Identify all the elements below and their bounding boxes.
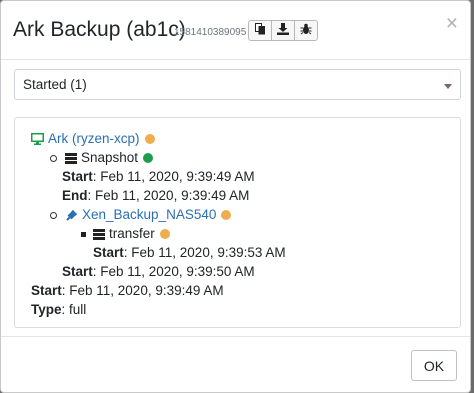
task-name: transfer bbox=[109, 226, 155, 241]
close-button[interactable]: × bbox=[446, 13, 458, 34]
tree-node-snapshot: Snapshot bbox=[50, 149, 154, 167]
task-name: Snapshot bbox=[81, 150, 139, 165]
download-icon bbox=[277, 22, 289, 40]
transfer-start: Start: Feb 11, 2020, 9:39:53 AM bbox=[93, 244, 286, 262]
snapshot-start: Start: Feb 11, 2020, 9:39:49 AM bbox=[62, 168, 255, 186]
dialog-header: Ark Backup (ab1c) 1581410389095 × bbox=[1, 1, 470, 60]
status-filter-select[interactable]: Started (1) bbox=[14, 69, 461, 100]
status-dot-success bbox=[143, 153, 154, 163]
chevron-down-icon bbox=[444, 84, 452, 89]
bullet bbox=[50, 154, 57, 162]
log-timestamp: 1581410389095 bbox=[174, 27, 247, 38]
remote-start: Start: Feb 11, 2020, 9:39:50 AM bbox=[62, 263, 255, 281]
tree-node-remote: Xen_Backup_NAS540 bbox=[50, 206, 232, 224]
field-label: Type bbox=[31, 302, 62, 317]
field-label: Start bbox=[93, 245, 124, 260]
copy-icon bbox=[254, 22, 266, 40]
field-label: Start bbox=[62, 264, 93, 279]
remote-link[interactable]: Xen_Backup_NAS540 bbox=[82, 206, 216, 224]
tree-node-root: Ark (ryzen-xcp) bbox=[31, 130, 155, 148]
status-dot-pending bbox=[159, 229, 170, 239]
job-start: Start: Feb 11, 2020, 9:39:49 AM bbox=[31, 282, 224, 300]
dialog-footer: OK bbox=[1, 336, 470, 392]
bullet bbox=[81, 231, 86, 237]
tree-node-transfer: transfer bbox=[81, 225, 170, 243]
status-dot-pending bbox=[221, 210, 232, 220]
monitor-icon bbox=[31, 133, 44, 145]
bug-icon bbox=[300, 22, 312, 40]
field-value: : Feb 11, 2020, 9:39:49 AM bbox=[92, 169, 255, 184]
field-label: Start bbox=[31, 283, 62, 298]
server-icon bbox=[65, 152, 77, 164]
log-toolbar bbox=[248, 20, 318, 41]
vm-link[interactable]: Ark (ryzen-xcp) bbox=[48, 130, 140, 148]
snapshot-end: End: Feb 11, 2020, 9:39:49 AM bbox=[62, 187, 249, 205]
field-label: Start bbox=[62, 169, 93, 184]
status-filter-value: Started (1) bbox=[23, 77, 87, 92]
field-value: : Feb 11, 2020, 9:39:49 AM bbox=[61, 283, 224, 298]
download-button[interactable] bbox=[271, 20, 295, 41]
report-bug-button[interactable] bbox=[294, 20, 318, 41]
backup-log-tree: Ark (ryzen-xcp) Snapshot Start: Feb 11, … bbox=[14, 117, 461, 328]
field-value: : Feb 11, 2020, 9:39:50 AM bbox=[92, 264, 255, 279]
field-value: : Feb 11, 2020, 9:39:53 AM bbox=[123, 245, 286, 260]
dialog-title: Ark Backup (ab1c) bbox=[13, 18, 186, 41]
field-value: : full bbox=[61, 302, 87, 317]
field-value: : Feb 11, 2020, 9:39:49 AM bbox=[87, 188, 250, 203]
field-label: End bbox=[62, 188, 88, 203]
ok-button[interactable]: OK bbox=[411, 350, 457, 381]
bullet bbox=[50, 211, 57, 219]
status-dot-pending bbox=[144, 134, 155, 144]
plug-icon bbox=[65, 209, 78, 222]
copy-button[interactable] bbox=[248, 20, 272, 41]
server-icon bbox=[93, 228, 105, 240]
backup-log-dialog: Ark Backup (ab1c) 1581410389095 × Starte… bbox=[0, 0, 471, 393]
job-type: Type: full bbox=[31, 301, 86, 319]
